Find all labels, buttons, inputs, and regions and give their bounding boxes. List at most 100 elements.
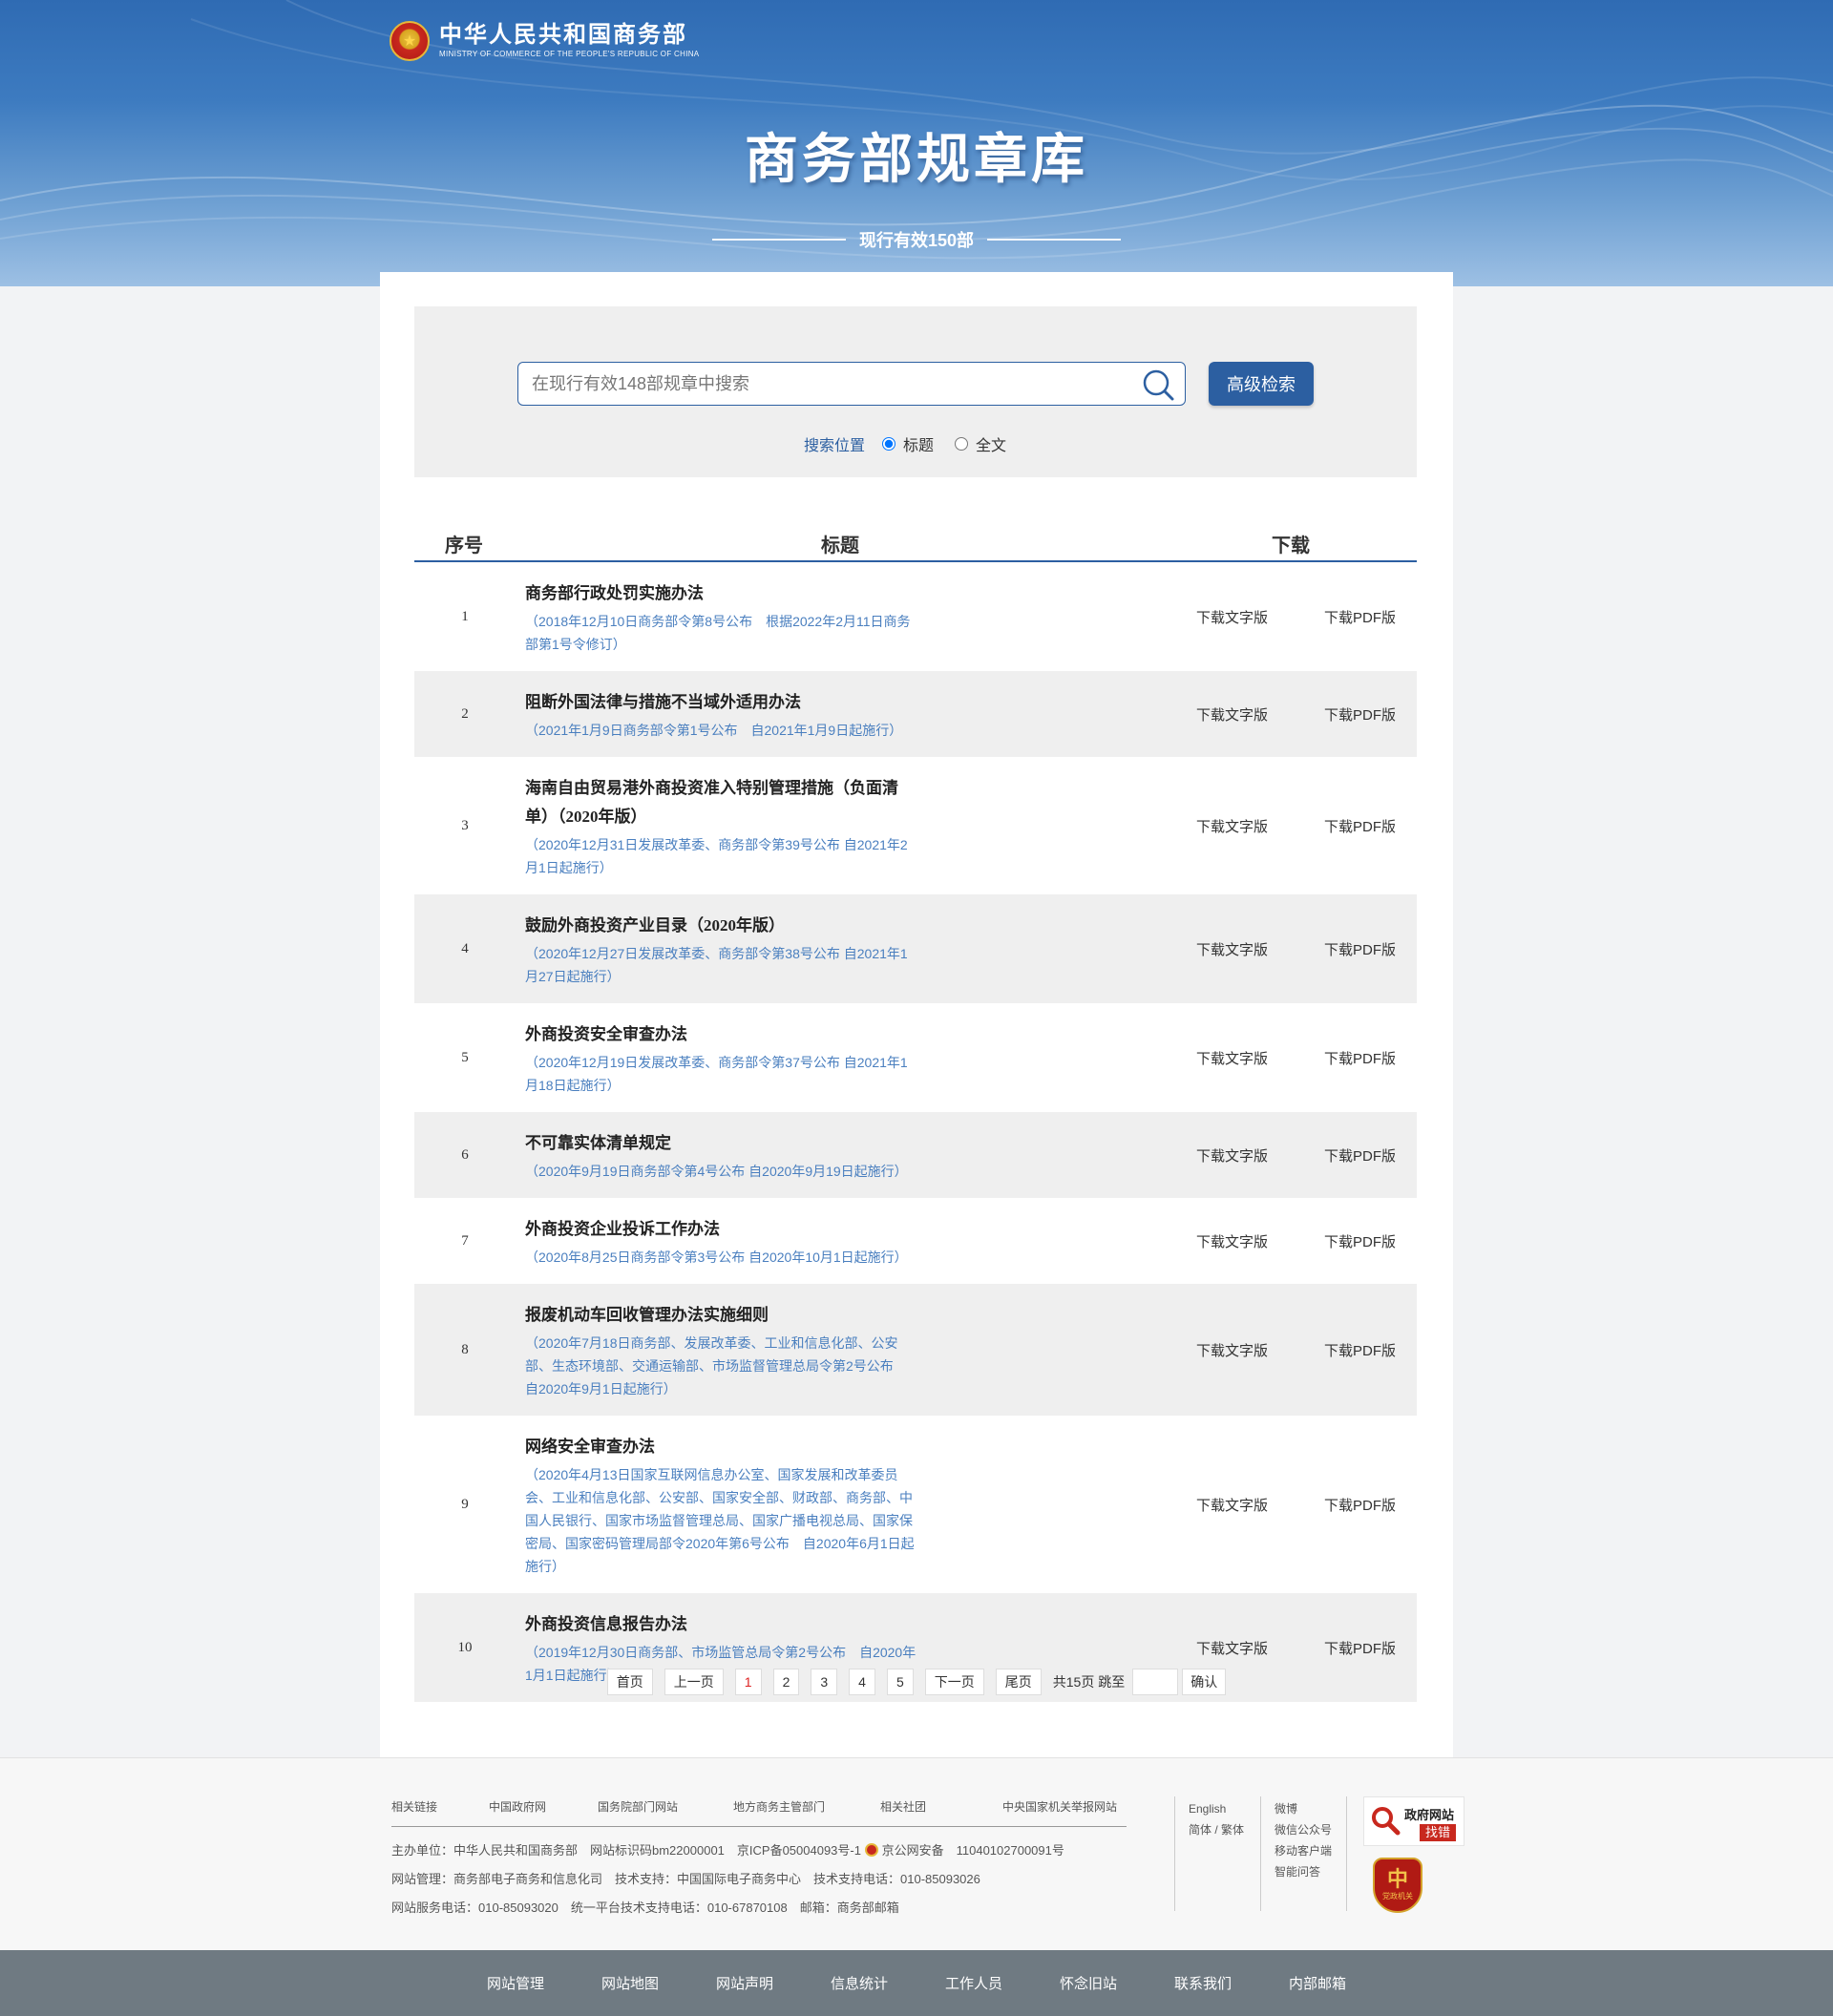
footer-police-record[interactable]: 京公网安备 11040102700091号 (882, 1843, 1064, 1858)
row-title-cell: 不可靠实体清单规定 （2020年9月19日商务部令第4号公布 自2020年9月19… (516, 1112, 916, 1198)
english-link[interactable]: English (1189, 1798, 1244, 1819)
radio-fulltext[interactable]: 全文 (955, 432, 1006, 455)
download-text-link[interactable]: 下载文字版 (1196, 939, 1268, 959)
download-pdf-link[interactable]: 下载PDF版 (1324, 816, 1396, 836)
download-text-link[interactable]: 下载文字版 (1196, 1048, 1268, 1068)
footer-link[interactable]: 中国政府网 (489, 1798, 546, 1815)
row-number: 8 (461, 1341, 469, 1357)
total-pages-text: 共15页 跳至 (1052, 1674, 1126, 1690)
nav-internal-mail[interactable]: 内部邮箱 (1289, 1973, 1346, 1993)
nav-site-statement[interactable]: 网站声明 (716, 1973, 773, 1993)
regulation-title[interactable]: 外商投资信息报告办法 (525, 1610, 916, 1639)
download-text-link[interactable]: 下载文字版 (1196, 1638, 1268, 1658)
search-icon[interactable] (1141, 368, 1175, 402)
footer-link[interactable]: 中央国家机关举报网站 (1002, 1798, 1117, 1815)
last-page-button[interactable]: 尾页 (995, 1669, 1042, 1695)
wechat-link[interactable]: 微信公众号 (1275, 1819, 1332, 1840)
mobile-client-link[interactable]: 移动客户端 (1275, 1840, 1332, 1861)
weibo-link[interactable]: 微博 (1275, 1798, 1332, 1819)
footer-management-info: 网站管理：商务部电子商务和信息化司 技术支持：中国国际电子商务中心 技术支持电话… (391, 1872, 980, 1886)
radio-title-input[interactable] (881, 437, 895, 451)
footer-host-info: 主办单位：中华人民共和国商务部 网站标识码bm22000001 京ICP备050… (391, 1843, 861, 1858)
regulation-title[interactable]: 阻断外国法律与措施不当域外适用办法 (525, 688, 916, 717)
regulation-title[interactable]: 不可靠实体清单规定 (525, 1129, 916, 1158)
download-pdf-link[interactable]: 下载PDF版 (1324, 1340, 1396, 1360)
nav-contact-us[interactable]: 联系我们 (1174, 1973, 1232, 1993)
nav-info-statistics[interactable]: 信息统计 (831, 1973, 888, 1993)
footer-link[interactable]: 国务院部门网站 (598, 1798, 678, 1815)
content-panel: 高级检索 搜索位置 标题 全文 序号 标题 下载 1 商务部行政处罚实施办法 （20… (380, 272, 1453, 1757)
badge-bottom-text: 找错 (1420, 1824, 1457, 1841)
page-1-button[interactable]: 1 (734, 1669, 762, 1695)
regulation-title[interactable]: 外商投资安全审查办法 (525, 1020, 916, 1049)
radio-fulltext-label: 全文 (976, 438, 1007, 454)
footer-link[interactable]: 相关社团 (880, 1798, 926, 1815)
page-3-button[interactable]: 3 (811, 1669, 838, 1695)
download-pdf-link[interactable]: 下载PDF版 (1324, 1145, 1396, 1166)
footer-link[interactable]: 地方商务主管部门 (733, 1798, 825, 1815)
radio-fulltext-input[interactable] (955, 437, 968, 451)
row-number: 10 (457, 1639, 473, 1655)
download-pdf-link[interactable]: 下载PDF版 (1324, 1048, 1396, 1068)
regulation-source: （2020年12月19日发展改革委、商务部令第37号公布 自2021年1月18日… (525, 1055, 908, 1093)
download-pdf-link[interactable]: 下载PDF版 (1324, 704, 1396, 724)
search-input[interactable] (518, 363, 1129, 405)
party-gov-badge[interactable]: 中 党政机关 (1373, 1858, 1422, 1913)
header-download: 下载 (1272, 536, 1310, 556)
page-4-button[interactable]: 4 (849, 1669, 875, 1695)
row-number: 3 (461, 817, 469, 833)
download-text-link[interactable]: 下载文字版 (1196, 1340, 1268, 1360)
ministry-logo[interactable]: ★ 中华人民共和国商务部 MINISTRY OF COMMERCE OF THE… (390, 21, 699, 61)
page-2-button[interactable]: 2 (772, 1669, 800, 1695)
divider (1260, 1796, 1261, 1911)
subtitle-row: 现行有效150部 (0, 227, 1833, 252)
magnifier-icon (1372, 1807, 1401, 1836)
nav-site-map[interactable]: 网站地图 (601, 1973, 659, 1993)
first-page-button[interactable]: 首页 (606, 1669, 653, 1695)
language-links: English 简体 / 繁体 (1189, 1798, 1244, 1840)
header-num: 序号 (445, 536, 483, 556)
page-5-button[interactable]: 5 (886, 1669, 914, 1695)
download-pdf-link[interactable]: 下载PDF版 (1324, 607, 1396, 627)
regulation-source: （2020年12月31日发展改革委、商务部令第39号公布 自2021年2月1日起… (525, 837, 908, 875)
regulation-title[interactable]: 海南自由贸易港外商投资准入特别管理措施（负面清单）（2020年版） (525, 774, 916, 831)
download-pdf-link[interactable]: 下载PDF版 (1324, 1231, 1396, 1251)
regulation-title[interactable]: 外商投资企业投诉工作办法 (525, 1215, 916, 1244)
download-text-link[interactable]: 下载文字版 (1196, 816, 1268, 836)
prev-page-button[interactable]: 上一页 (664, 1669, 724, 1695)
download-text-link[interactable]: 下载文字版 (1196, 704, 1268, 724)
regulation-source: （2020年12月27日发展改革委、商务部令第38号公布 自2021年1月27日… (525, 946, 908, 984)
nav-staff[interactable]: 工作人员 (945, 1973, 1002, 1993)
jump-page-input[interactable] (1132, 1669, 1179, 1695)
download-text-link[interactable]: 下载文字版 (1196, 1231, 1268, 1251)
police-badge-icon (864, 1843, 878, 1857)
regulation-title[interactable]: 商务部行政处罚实施办法 (525, 579, 916, 608)
radio-title-label: 标题 (902, 438, 934, 454)
row-number: 9 (461, 1496, 469, 1512)
regulation-source: （2020年7月18日商务部、发展改革委、工业和信息化部、公安部、生态环境部、交… (525, 1335, 907, 1396)
nav-site-management[interactable]: 网站管理 (487, 1973, 544, 1993)
chinese-variant-link[interactable]: 简体 / 繁体 (1189, 1819, 1244, 1840)
download-pdf-link[interactable]: 下载PDF版 (1324, 1495, 1396, 1515)
download-text-link[interactable]: 下载文字版 (1196, 607, 1268, 627)
advanced-search-button[interactable]: 高级检索 (1209, 362, 1314, 406)
download-pdf-link[interactable]: 下载PDF版 (1324, 939, 1396, 959)
footer: 相关链接 中国政府网 国务院部门网站 地方商务主管部门 相关社团 中央国家机关举… (0, 1757, 1833, 1950)
regulation-source: （2021年1月9日商务部令第1号公布 自2021年1月9日起施行） (525, 723, 903, 738)
regulation-title[interactable]: 报废机动车回收管理办法实施细则 (525, 1301, 916, 1330)
next-page-button[interactable]: 下一页 (924, 1669, 984, 1695)
nav-old-site[interactable]: 怀念旧站 (1060, 1973, 1117, 1993)
regulation-title[interactable]: 鼓励外商投资产业目录（2020年版） (525, 912, 916, 940)
smart-qa-link[interactable]: 智能问答 (1275, 1861, 1332, 1882)
radio-title[interactable]: 标题 (881, 432, 934, 455)
jump-confirm-button[interactable]: 确认 (1182, 1669, 1227, 1695)
download-text-link[interactable]: 下载文字版 (1196, 1495, 1268, 1515)
download-pdf-link[interactable]: 下载PDF版 (1324, 1638, 1396, 1658)
footer-info: 主办单位：中华人民共和国商务部 网站标识码bm22000001 京ICP备050… (391, 1837, 1064, 1922)
divider (1174, 1796, 1175, 1911)
gov-site-error-report-badge[interactable]: 政府网站 找错 (1363, 1796, 1464, 1846)
download-text-link[interactable]: 下载文字版 (1196, 1145, 1268, 1166)
table-row: 1 商务部行政处罚实施办法 （2018年12月10日商务部令第8号公布 根据2022… (414, 562, 1417, 671)
regulation-title[interactable]: 网络安全审查办法 (525, 1433, 916, 1461)
footer-link[interactable]: 相关链接 (391, 1798, 437, 1815)
